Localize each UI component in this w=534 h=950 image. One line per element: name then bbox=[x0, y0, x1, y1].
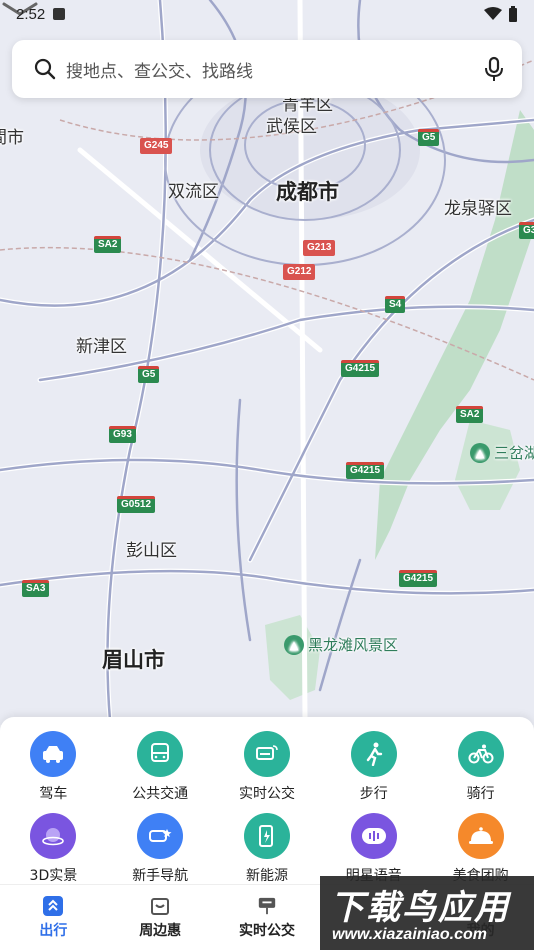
road-shield-sa3: SA3 bbox=[22, 580, 50, 597]
road-shield-g4215: G4215 bbox=[399, 570, 438, 587]
map-canvas bbox=[0, 0, 534, 723]
scenic-tree-icon: ▲ bbox=[470, 442, 490, 463]
sim-icon bbox=[53, 8, 66, 20]
road-shield-g4215: G4215 bbox=[341, 360, 380, 377]
place-pengshan[interactable]: 彭山区 bbox=[126, 536, 177, 561]
place-longquanyi[interactable]: 龙泉驿区 bbox=[444, 194, 512, 219]
place-wuhou[interactable]: 武侯区 bbox=[266, 112, 317, 137]
bus-icon bbox=[137, 731, 184, 777]
service-walk[interactable]: 步行 bbox=[320, 731, 427, 803]
road-shield-s4: S4 bbox=[385, 296, 406, 313]
tab-label: 出行 bbox=[39, 922, 68, 939]
scenic-sancha-label: 三岔湖 bbox=[494, 444, 534, 462]
novice-nav-icon bbox=[137, 813, 184, 859]
wifi-icon bbox=[484, 7, 502, 20]
services-grid: 驾车 公共交通 实时公交 步行 骑行 3D实景 新手导航 新能源 bbox=[0, 731, 534, 885]
tab-nearby-deals[interactable]: 周边惠 bbox=[107, 885, 214, 950]
microphone-icon[interactable] bbox=[484, 56, 504, 82]
scenic-sancha[interactable]: ▲ 三岔湖 bbox=[470, 442, 534, 463]
watermark: 下载鸟应用 www.xiazainiao.com bbox=[320, 876, 534, 950]
bus-stop-icon bbox=[257, 896, 277, 916]
travel-icon bbox=[43, 895, 64, 916]
road-shield-g5: G5 bbox=[138, 366, 160, 383]
road-shield-g3: G3 bbox=[519, 222, 534, 239]
status-time: 2:52 bbox=[16, 5, 46, 23]
map-view[interactable]: 成都市 武侯区 双流区 龙泉驿区 新津区 彭山区 眉山市 間市 青羊区 ▲ 黑龙… bbox=[0, 0, 534, 725]
place-shuangliu[interactable]: 双流区 bbox=[168, 177, 219, 202]
tab-label: 周边惠 bbox=[139, 922, 182, 939]
road-shield-g5: G5 bbox=[418, 129, 440, 146]
road-shield-sa2: SA2 bbox=[456, 406, 484, 423]
service-label: 公共交通 bbox=[132, 786, 189, 802]
service-star-voice[interactable]: 明星语音 bbox=[320, 813, 427, 885]
service-novice-nav[interactable]: 新手导航 bbox=[107, 813, 214, 885]
road-shield-g212: G212 bbox=[283, 264, 316, 280]
service-label: 新手导航 bbox=[132, 868, 189, 884]
road-shield-g0512: G0512 bbox=[117, 496, 156, 513]
food-deals-icon bbox=[457, 813, 504, 859]
place-left-edge-city[interactable]: 間市 bbox=[0, 123, 24, 148]
service-label: 步行 bbox=[359, 786, 388, 802]
car-icon bbox=[30, 731, 77, 777]
service-label: 驾车 bbox=[39, 786, 68, 802]
tab-label: 实时公交 bbox=[238, 922, 295, 939]
scenic-tree-icon: ▲ bbox=[284, 634, 304, 655]
scenic-heilongtan[interactable]: ▲ 黑龙滩风景区 bbox=[284, 634, 398, 655]
status-icons bbox=[484, 6, 518, 22]
nearby-deals-icon bbox=[150, 896, 170, 916]
bike-icon bbox=[457, 731, 504, 777]
watermark-url: www.xiazainiao.com bbox=[332, 926, 488, 943]
service-realtime-bus[interactable]: 实时公交 bbox=[214, 731, 321, 803]
road-shield-sa2: SA2 bbox=[94, 236, 122, 253]
road-shield-g4215: G4215 bbox=[346, 462, 385, 479]
place-xinjin[interactable]: 新津区 bbox=[76, 332, 127, 357]
service-drive[interactable]: 驾车 bbox=[0, 731, 107, 803]
realtime-bus-icon bbox=[243, 731, 290, 777]
search-bar[interactable]: 搜地点、查公交、找路线 bbox=[12, 40, 522, 98]
service-label: 骑行 bbox=[466, 786, 495, 802]
status-bar: 2:52 bbox=[0, 0, 534, 28]
place-chengdu[interactable]: 成都市 bbox=[276, 176, 339, 206]
battery-icon bbox=[509, 6, 517, 22]
service-public-transit[interactable]: 公共交通 bbox=[107, 731, 214, 803]
road-shield-g245: G245 bbox=[140, 138, 173, 154]
service-label: 实时公交 bbox=[238, 786, 295, 802]
service-label: 新能源 bbox=[245, 868, 288, 884]
walk-icon bbox=[350, 731, 397, 777]
service-label: 3D实景 bbox=[29, 868, 78, 884]
globe-3d-icon bbox=[30, 813, 77, 859]
tab-realtime-bus[interactable]: 实时公交 bbox=[214, 885, 321, 950]
search-input[interactable]: 搜地点、查公交、找路线 bbox=[66, 57, 484, 82]
tab-travel[interactable]: 出行 bbox=[0, 885, 107, 950]
road-shield-g213: G213 bbox=[303, 240, 336, 256]
watermark-title: 下载鸟应用 bbox=[330, 888, 510, 928]
star-voice-icon bbox=[350, 813, 397, 859]
service-new-energy[interactable]: 新能源 bbox=[214, 813, 321, 885]
search-icon bbox=[34, 58, 56, 80]
service-bike[interactable]: 骑行 bbox=[427, 731, 534, 803]
service-food-deals[interactable]: 美食团购 bbox=[427, 813, 534, 885]
ev-charging-icon bbox=[243, 813, 290, 859]
road-shield-g93: G93 bbox=[109, 426, 136, 443]
service-3d-view[interactable]: 3D实景 bbox=[0, 813, 107, 885]
place-meishan[interactable]: 眉山市 bbox=[102, 644, 165, 674]
scenic-heilongtan-label: 黑龙滩风景区 bbox=[308, 636, 399, 654]
